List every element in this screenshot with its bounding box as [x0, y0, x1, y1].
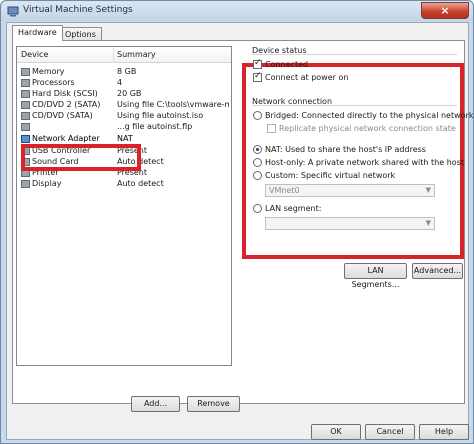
bridged-label: Bridged: Connected directly to the physi…: [265, 111, 474, 120]
lan-segments-button[interactable]: LAN Segments...: [344, 263, 407, 289]
tab-hardware-label: Hardware: [18, 28, 57, 37]
bridged-radio[interactable]: [253, 111, 262, 120]
display-icon: [21, 180, 30, 188]
help-button[interactable]: Help: [419, 424, 469, 440]
device-summary: Using file autoinst.iso: [117, 111, 204, 120]
device-row-memory[interactable]: Memory 8 GB: [17, 67, 231, 77]
ok-button[interactable]: OK: [311, 424, 361, 440]
replicate-label: Replicate physical network connection st…: [279, 124, 456, 133]
close-icon: ×: [440, 4, 450, 17]
device-name: Processors: [32, 78, 75, 87]
device-summary: 20 GB: [117, 89, 142, 98]
tab-hardware[interactable]: Hardware: [12, 25, 63, 41]
device-name: Network Adapter: [32, 134, 100, 143]
close-button[interactable]: ×: [421, 2, 469, 19]
custom-label: Custom: Specific virtual network: [265, 171, 396, 180]
group-divider: [252, 105, 457, 106]
host-only-label: Host-only: A private network shared with…: [265, 158, 464, 167]
advanced-button[interactable]: Advanced...: [412, 263, 463, 279]
custom-network-value: VMnet0: [269, 186, 300, 195]
device-summary: Using file C:\tools\vmware-mac...: [117, 100, 229, 109]
device-name: Hard Disk (SCSI): [32, 89, 98, 98]
tab-options-label: Options: [65, 30, 96, 39]
device-summary: 4: [117, 78, 123, 87]
device-name: Memory: [32, 67, 65, 76]
nat-radio[interactable]: [253, 145, 262, 154]
cd-dvd-icon: [21, 101, 30, 109]
custom-network-select[interactable]: VMnet0 ▼: [265, 184, 435, 197]
cancel-button[interactable]: Cancel: [365, 424, 415, 440]
floppy-icon: [21, 123, 30, 131]
connect-power-label: Connect at power on: [265, 73, 349, 82]
custom-radio[interactable]: [253, 171, 262, 180]
group-divider: [252, 54, 457, 55]
device-list-header: Device Summary: [17, 47, 231, 63]
vm-settings-icon: [7, 6, 19, 17]
cd-dvd-icon: [21, 112, 30, 120]
column-header-summary[interactable]: Summary: [117, 50, 156, 59]
dialog-client-area: Hardware Options Device Summary Memory 8…: [6, 22, 473, 440]
device-row-cd-dvd-2[interactable]: CD/DVD 2 (SATA) Using file C:\tools\vmwa…: [17, 100, 231, 110]
add-device-button[interactable]: Add...: [131, 396, 180, 412]
lan-segment-select[interactable]: ▼: [265, 217, 435, 230]
host-only-radio[interactable]: [253, 158, 262, 167]
device-name: CD/DVD 2 (SATA): [32, 100, 101, 109]
network-adapter-highlight: [21, 144, 141, 171]
lan-segment-label: LAN segment:: [265, 204, 322, 213]
vm-settings-window: Virtual Machine Settings × Hardware Opti…: [0, 0, 474, 444]
column-header-device[interactable]: Device: [21, 50, 48, 59]
connected-label: Connected: [265, 60, 309, 69]
chevron-down-icon: ▼: [425, 186, 431, 194]
network-adapter-icon: [21, 135, 30, 143]
remove-device-button[interactable]: Remove: [187, 396, 240, 412]
chevron-down-icon: ▼: [425, 219, 431, 227]
column-divider[interactable]: [113, 47, 114, 63]
lan-segment-radio[interactable]: [253, 204, 262, 213]
device-summary: 8 GB: [117, 67, 137, 76]
processor-icon: [21, 79, 30, 87]
hard-disk-icon: [21, 90, 30, 98]
memory-icon: [21, 68, 30, 76]
device-summary: NAT: [117, 134, 133, 143]
device-summary: Auto detect: [117, 179, 164, 188]
window-title: Virtual Machine Settings: [23, 5, 133, 15]
connected-checkbox[interactable]: [253, 58, 262, 69]
connect-power-checkbox[interactable]: [253, 71, 262, 82]
replicate-checkbox[interactable]: [267, 124, 276, 133]
device-row-network-adapter[interactable]: Network Adapter NAT: [17, 134, 231, 144]
device-row-hard-disk[interactable]: Hard Disk (SCSI) 20 GB: [17, 89, 231, 99]
device-summary: ...g file autoinst.flp: [117, 122, 193, 131]
device-name: CD/DVD (SATA): [32, 111, 93, 120]
device-list[interactable]: Device Summary Memory 8 GB Processors 4 …: [16, 46, 232, 366]
device-row-display[interactable]: Display Auto detect: [17, 179, 231, 189]
device-name: Display: [32, 179, 62, 188]
title-bar[interactable]: Virtual Machine Settings ×: [1, 1, 473, 21]
nat-label: NAT: Used to share the host's IP address: [265, 145, 426, 154]
device-row-cd-dvd[interactable]: CD/DVD (SATA) Using file autoinst.iso: [17, 111, 231, 121]
device-row-processors[interactable]: Processors 4: [17, 78, 231, 88]
device-row-floppy[interactable]: ...g file autoinst.flp: [17, 122, 231, 132]
